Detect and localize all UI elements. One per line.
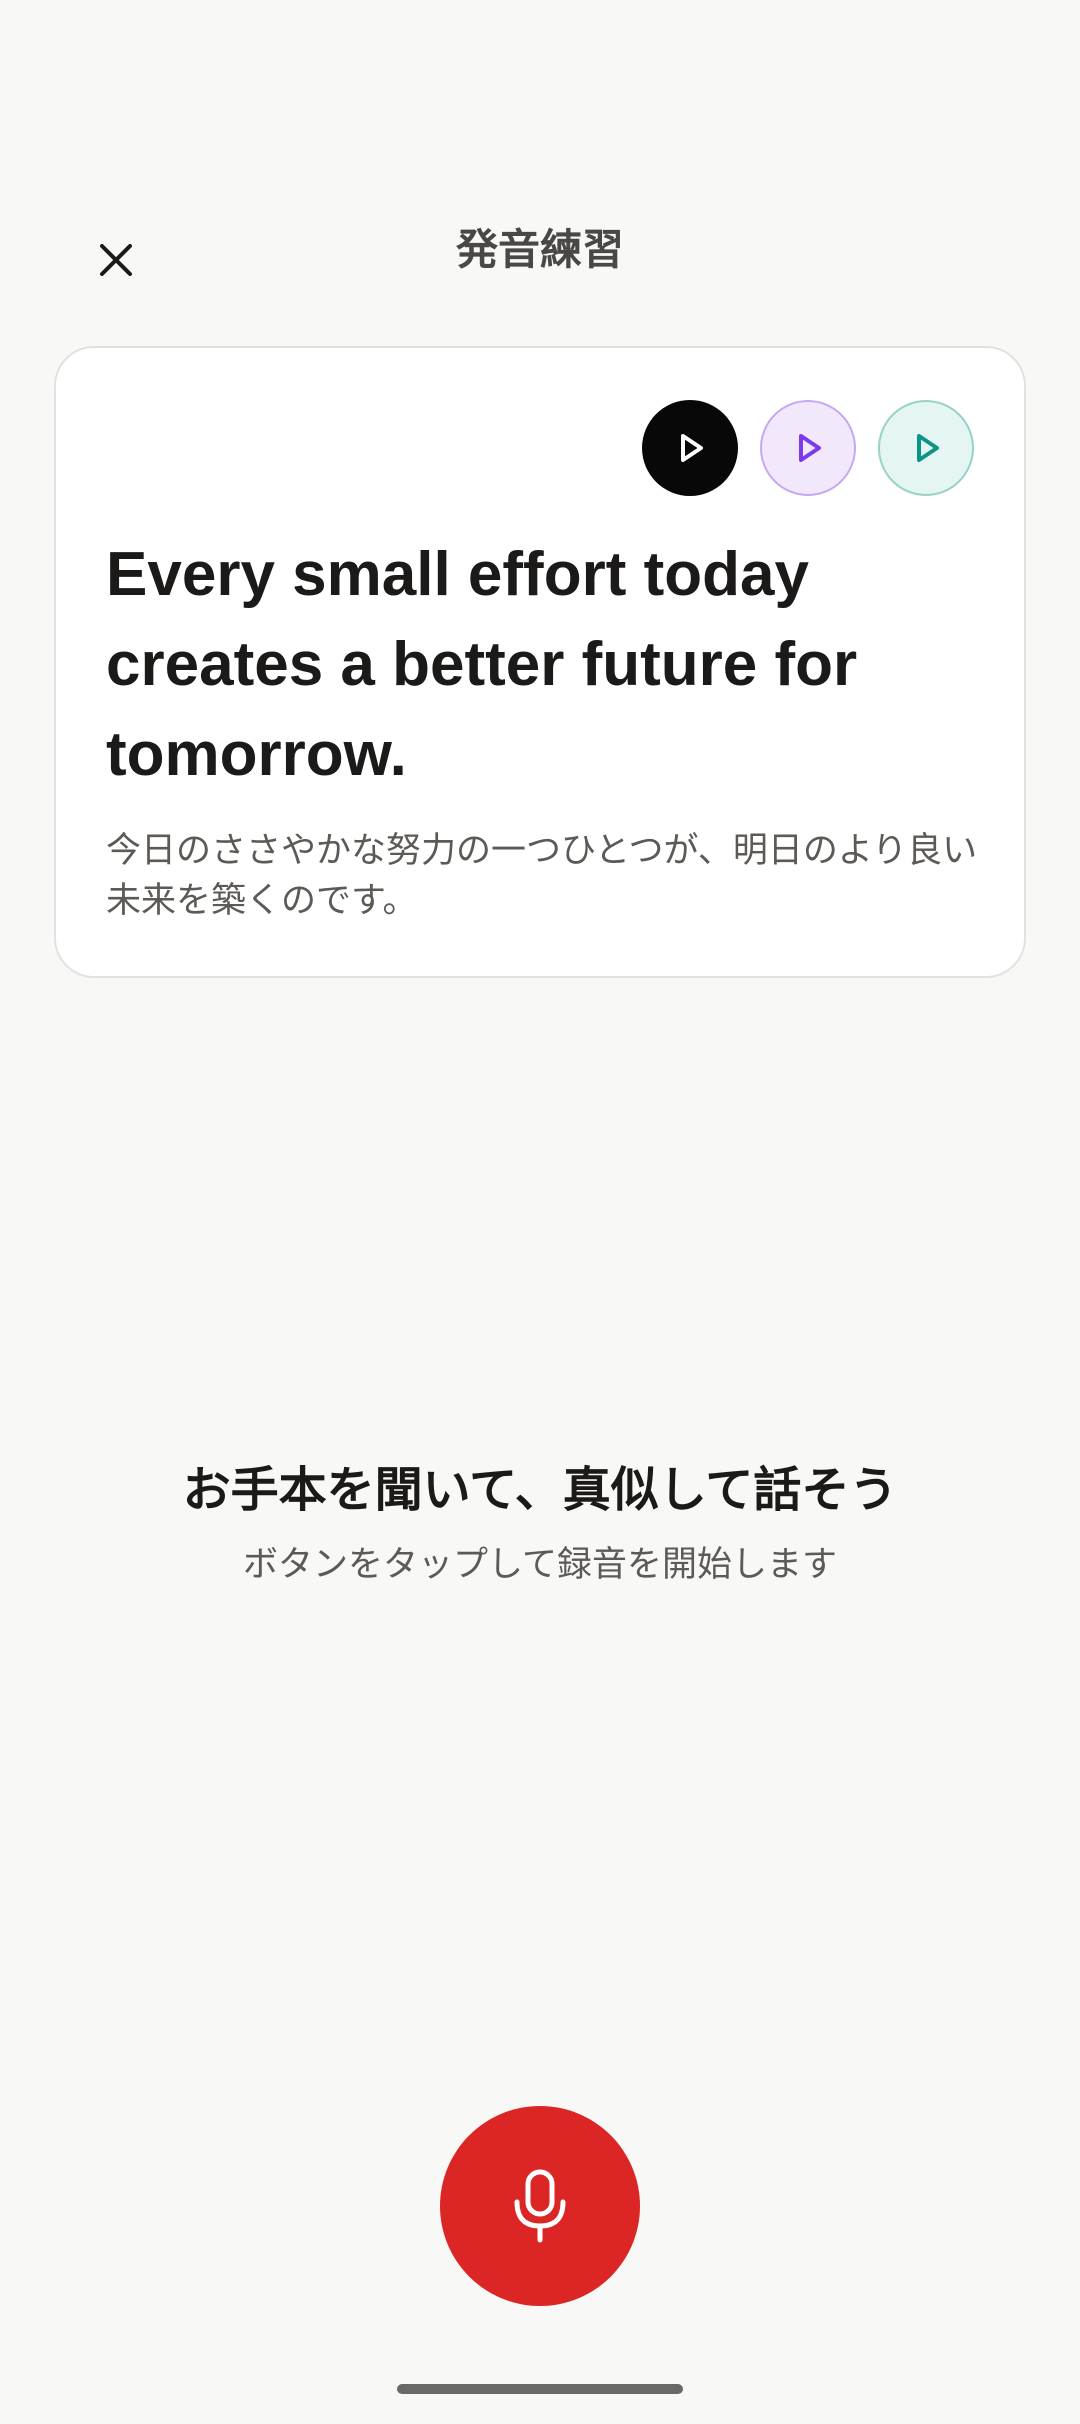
prompt-subtitle: ボタンをタップして録音を開始します <box>243 1545 837 1585</box>
header: 発音練習 <box>0 200 1080 300</box>
play-icon <box>681 434 703 462</box>
play-icon <box>799 434 821 462</box>
play-button-voice-2[interactable] <box>760 400 856 496</box>
play-button-group <box>642 400 974 496</box>
recording-prompt: お手本を聞いて、真似して話そう ボタンをタップして録音を開始します <box>0 1454 1080 1590</box>
prompt-title: お手本を聞いて、真似して話そう <box>182 1462 898 1518</box>
microphone-icon <box>514 2169 566 2243</box>
practice-sentence: Every small effort today creates a bette… <box>106 540 858 789</box>
play-icon <box>917 434 939 462</box>
play-button-voice-3[interactable] <box>878 400 974 496</box>
home-indicator[interactable] <box>397 2384 683 2394</box>
sentence-card: Every small effort today creates a bette… <box>54 346 1026 978</box>
play-button-normal[interactable] <box>642 400 738 496</box>
sentence-translation: 今日のささやかな努力の一つひとつが、明日のより良い未来を築くのです。 <box>106 831 978 921</box>
record-button[interactable] <box>440 2106 640 2306</box>
page-title: 発音練習 <box>455 225 624 274</box>
pronunciation-practice-screen: 発音練習 Every small effort today creates a … <box>0 0 1080 2424</box>
